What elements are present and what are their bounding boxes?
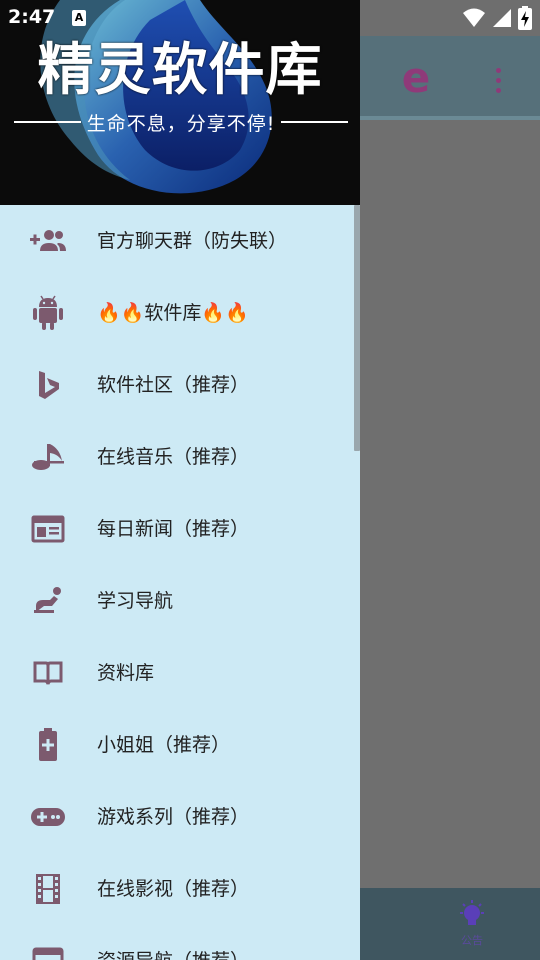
subtitle-line-left bbox=[14, 121, 81, 123]
newspaper-icon bbox=[28, 511, 68, 547]
menu-item-label: 每日新闻（推荐） bbox=[97, 518, 250, 540]
group-add-icon bbox=[28, 223, 68, 259]
menu-item-label: 官方聊天群（防失联） bbox=[97, 230, 288, 252]
menu-item-resource-library[interactable]: 资料库 bbox=[0, 637, 360, 709]
notice-tab[interactable]: 公告 bbox=[440, 898, 504, 954]
film-icon bbox=[28, 871, 68, 907]
menu-item-daily-news[interactable]: 每日新闻（推荐） bbox=[0, 493, 360, 565]
battery-charging-icon bbox=[518, 6, 532, 30]
accessibility-icon bbox=[28, 583, 68, 619]
battery-plus-icon bbox=[28, 727, 68, 763]
drawer-title: 精灵软件库 bbox=[37, 38, 323, 103]
drawer-subtitle-row: 生命不息，分享不停! bbox=[14, 108, 348, 136]
notice-label: 公告 bbox=[461, 934, 483, 947]
web-icon bbox=[28, 943, 68, 960]
bing-icon bbox=[28, 367, 68, 403]
status-time: 2:47 bbox=[8, 6, 56, 28]
app-logo: e bbox=[401, 53, 431, 102]
menu-item-online-music[interactable]: 在线音乐（推荐） bbox=[0, 421, 360, 493]
subtitle-line-right bbox=[281, 121, 348, 123]
notification-icon: A bbox=[72, 10, 86, 26]
menu-item-label: 资料库 bbox=[97, 662, 155, 684]
menu-item-label: 小姐姐（推荐） bbox=[97, 734, 231, 756]
menu-item-study-nav[interactable]: 学习导航 bbox=[0, 565, 360, 637]
menu-item-online-video[interactable]: 在线影视（推荐） bbox=[0, 853, 360, 925]
gamepad-icon bbox=[28, 799, 68, 835]
more-options-icon[interactable] bbox=[486, 58, 510, 102]
menu-item-label: 资源导航（推荐） bbox=[97, 947, 249, 960]
menu-item-label: 在线音乐（推荐） bbox=[97, 446, 250, 468]
navigation-drawer: 精灵软件库 生命不息，分享不停! 官方聊天群（防失联） 🔥🔥软件库🔥🔥 软件社区… bbox=[0, 0, 360, 960]
menu-item-resource-nav[interactable]: 资源导航（推荐） bbox=[0, 925, 360, 960]
menu-item-software-community[interactable]: 软件社区（推荐） bbox=[0, 349, 360, 421]
drawer-menu: 官方聊天群（防失联） 🔥🔥软件库🔥🔥 软件社区（推荐） 在线音乐（推荐） 每日新… bbox=[0, 205, 360, 960]
music-note-icon bbox=[28, 439, 68, 475]
menu-item-software-library[interactable]: 🔥🔥软件库🔥🔥 bbox=[0, 277, 360, 349]
signal-icon bbox=[493, 9, 511, 27]
drawer-subtitle: 生命不息，分享不停! bbox=[86, 112, 276, 135]
menu-item-label: 在线影视（推荐） bbox=[97, 878, 250, 900]
wifi-icon bbox=[463, 8, 485, 27]
menu-item-girls[interactable]: 小姐姐（推荐） bbox=[0, 709, 360, 781]
android-icon bbox=[28, 295, 68, 331]
status-icons bbox=[462, 6, 532, 30]
menu-item-label: 🔥🔥软件库🔥🔥 bbox=[97, 302, 249, 324]
menu-item-label: 学习导航 bbox=[97, 590, 174, 612]
drawer-scrollbar[interactable] bbox=[354, 205, 360, 451]
status-bar: 2:47 A bbox=[0, 0, 540, 36]
menu-item-label: 游戏系列（推荐） bbox=[97, 806, 250, 828]
menu-item-games[interactable]: 游戏系列（推荐） bbox=[0, 781, 360, 853]
menu-item-label: 软件社区（推荐） bbox=[97, 374, 250, 396]
menu-item-chat-group[interactable]: 官方聊天群（防失联） bbox=[0, 205, 360, 277]
book-icon bbox=[28, 655, 68, 691]
lightbulb-icon bbox=[460, 900, 484, 925]
